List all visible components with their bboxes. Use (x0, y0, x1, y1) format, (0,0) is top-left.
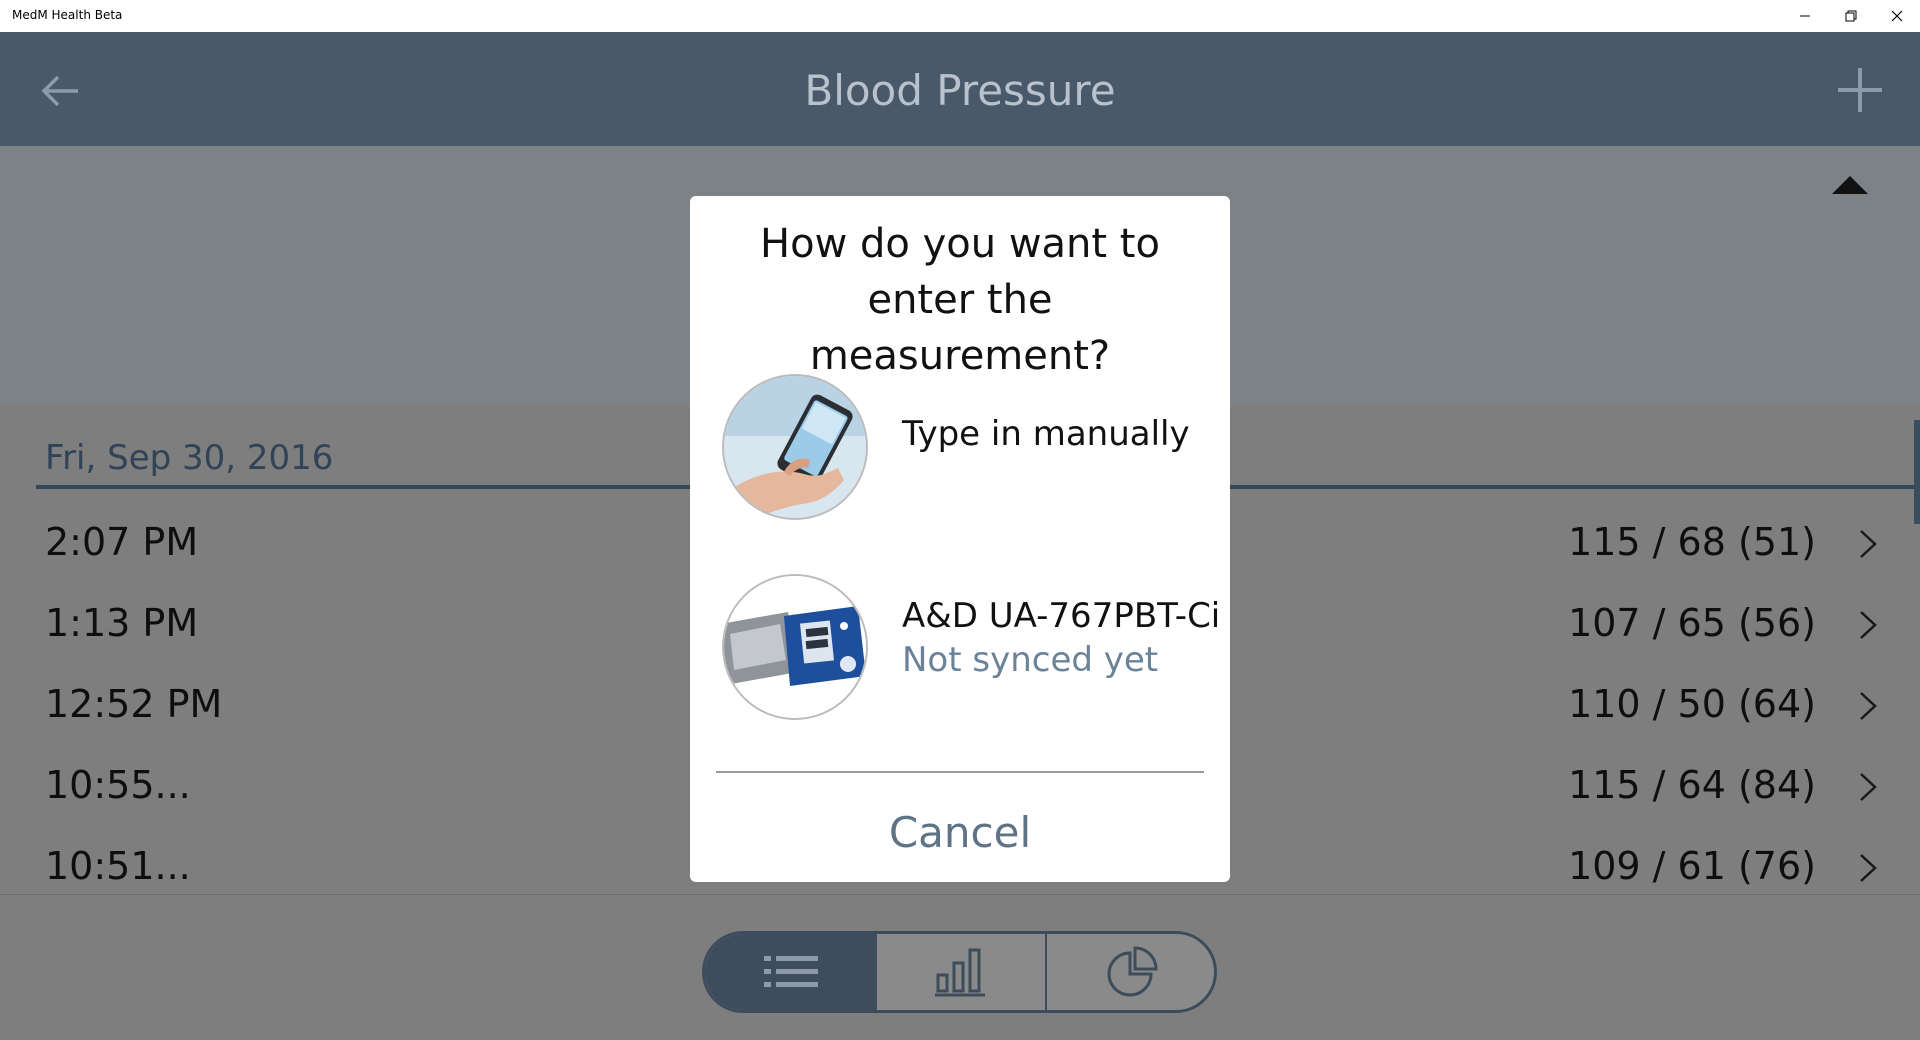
row-time: 12:52 PM (45, 682, 223, 726)
triangle-up-icon (1832, 176, 1868, 194)
dialog-divider (716, 771, 1204, 773)
app-header: Blood Pressure (0, 32, 1920, 146)
restore-button[interactable] (1828, 0, 1874, 32)
close-icon (1891, 10, 1903, 22)
add-measurement-button[interactable] (1834, 64, 1886, 116)
window-title: MedM Health Beta (12, 8, 123, 22)
view-switcher (702, 931, 1217, 1013)
cancel-button[interactable]: Cancel (690, 808, 1230, 857)
device-name-label: A&D UA-767PBT-Ci (902, 596, 1221, 636)
row-time: 1:13 PM (45, 601, 199, 645)
row-value: 109 / 61 (76) (1568, 844, 1816, 888)
row-value: 107 / 65 (56) (1568, 601, 1816, 645)
row-time: 10:55... (45, 763, 191, 807)
list-icon (764, 956, 818, 987)
collapse-summary-button[interactable] (1832, 174, 1868, 196)
chevron-right-icon (1860, 692, 1877, 720)
chevron-right-icon (1860, 854, 1877, 882)
tab-chart-view[interactable] (877, 934, 1047, 1010)
date-header: Fri, Sep 30, 2016 (45, 438, 334, 478)
option-device-entry[interactable]: A&D UA-767PBT-Ci Not synced yet (722, 574, 1220, 724)
chevron-right-icon (1860, 773, 1877, 801)
restore-icon (1845, 10, 1857, 22)
device-sync-status: Not synced yet (902, 640, 1159, 680)
minimize-icon (1800, 15, 1810, 17)
bottom-bar (0, 894, 1920, 1040)
row-time: 2:07 PM (45, 520, 199, 564)
chevron-right-icon (1860, 611, 1877, 639)
bar-chart-icon (935, 948, 985, 997)
plus-icon (1838, 68, 1882, 112)
blood-pressure-monitor-image (722, 574, 868, 720)
row-value: 110 / 50 (64) (1568, 682, 1816, 726)
option-manual-label: Type in manually (902, 414, 1190, 454)
tab-list-view[interactable] (705, 934, 877, 1010)
pie-chart-icon (1107, 946, 1158, 997)
row-value: 115 / 64 (84) (1568, 763, 1816, 807)
option-manual-entry[interactable]: Type in manually (722, 374, 1202, 524)
close-button[interactable] (1874, 0, 1920, 32)
minimize-button[interactable] (1782, 0, 1828, 32)
dialog-question: How do you want to enter the measurement… (690, 216, 1230, 384)
phone-hand-image (722, 374, 868, 520)
window-titlebar: MedM Health Beta (0, 0, 1920, 32)
entry-method-dialog: How do you want to enter the measurement… (690, 196, 1230, 882)
chevron-right-icon (1860, 530, 1877, 558)
page-title: Blood Pressure (804, 66, 1116, 115)
row-value: 115 / 68 (51) (1568, 520, 1816, 564)
dialog-question-text: How do you want to enter the measurement… (760, 221, 1160, 379)
row-time: 10:51... (45, 844, 191, 888)
tab-stats-view[interactable] (1047, 934, 1214, 1010)
